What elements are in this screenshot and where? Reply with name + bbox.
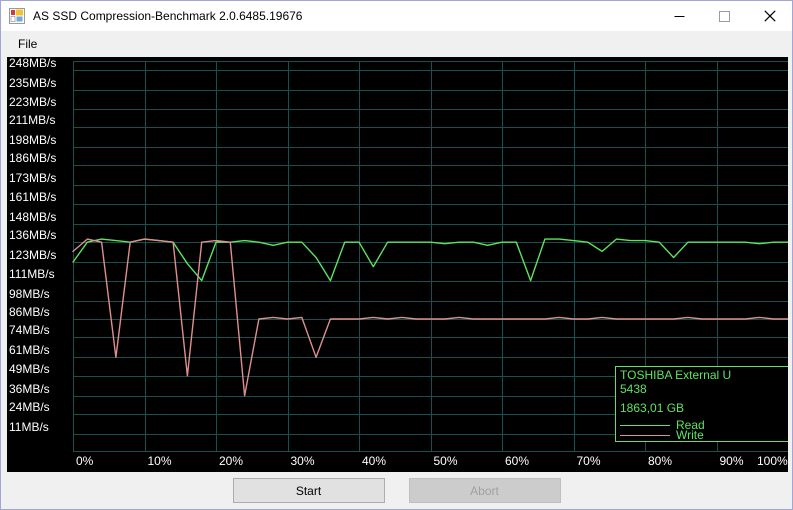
y-axis-tick-label: 223MB/s bbox=[9, 94, 57, 109]
chart-legend: TOSHIBA External U 5438 1863,01 GB Read … bbox=[615, 366, 788, 442]
x-axis-tick-label: 60% bbox=[505, 454, 530, 468]
window-title: AS SSD Compression-Benchmark 2.0.6485.19… bbox=[33, 9, 303, 23]
legend-device-name-line1: TOSHIBA External U bbox=[620, 368, 732, 382]
x-axis-tick-label: 0% bbox=[76, 454, 94, 468]
benchmark-chart: 11MB/s 24MB/s 36MB/s 49MB/s 61MB/s 74MB/s 86MB… bbox=[7, 57, 788, 472]
menu-item-file[interactable]: File bbox=[11, 34, 44, 54]
x-axis-tick-label: 100% bbox=[757, 454, 788, 468]
y-axis-tick-label: 111MB/s bbox=[9, 266, 55, 281]
close-button[interactable] bbox=[747, 1, 792, 31]
x-axis-tick-label: 30% bbox=[290, 454, 315, 468]
y-axis-tick-label: 173MB/s bbox=[9, 171, 57, 186]
legend-read-line-icon bbox=[620, 424, 670, 426]
y-axis-tick-label: 49MB/s bbox=[9, 361, 50, 376]
x-axis-tick-label: 80% bbox=[648, 454, 673, 468]
y-axis-tick-label: 11MB/s bbox=[9, 420, 49, 435]
app-window: AS SSD Compression-Benchmark 2.0.6485.19… bbox=[0, 0, 793, 510]
title-bar: AS SSD Compression-Benchmark 2.0.6485.19… bbox=[1, 1, 792, 31]
maximize-button[interactable] bbox=[702, 1, 747, 31]
benchmark-chart-container: 11MB/s 24MB/s 36MB/s 49MB/s 61MB/s 74MB/s 86MB… bbox=[7, 57, 788, 472]
y-axis-tick-label: 198MB/s bbox=[9, 132, 57, 147]
x-axis-tick-label: 50% bbox=[433, 454, 458, 468]
x-axis-tick-label: 20% bbox=[219, 454, 244, 468]
minimize-button[interactable] bbox=[657, 1, 702, 31]
start-button[interactable]: Start bbox=[232, 478, 385, 503]
x-axis-tick-label: 70% bbox=[576, 454, 601, 468]
y-axis-tick-label: 148MB/s bbox=[9, 209, 57, 224]
x-axis-tick-label: 10% bbox=[147, 454, 172, 468]
legend-capacity: 1863,01 GB bbox=[620, 401, 685, 415]
action-bar: Start Abort bbox=[1, 472, 792, 509]
legend-entry-write: Write bbox=[620, 428, 704, 442]
y-axis-tick-label: 248MB/s bbox=[9, 57, 57, 71]
legend-write-line-icon bbox=[620, 434, 670, 436]
y-axis-tick-label: 74MB/s bbox=[9, 323, 50, 338]
y-axis-tick-label: 186MB/s bbox=[9, 151, 57, 166]
y-axis-tick-label: 24MB/s bbox=[9, 400, 50, 415]
y-axis-tick-label: 98MB/s bbox=[9, 286, 50, 301]
y-axis-tick-label: 123MB/s bbox=[9, 248, 57, 263]
menu-bar: File bbox=[1, 31, 792, 57]
x-axis-tick-label: 40% bbox=[362, 454, 387, 468]
y-axis-tick-label: 211MB/s bbox=[9, 113, 56, 128]
y-axis-tick-label: 61MB/s bbox=[9, 343, 50, 358]
abort-button: Abort bbox=[408, 478, 561, 503]
y-axis-tick-label: 235MB/s bbox=[9, 76, 57, 91]
y-axis-tick-label: 86MB/s bbox=[9, 304, 50, 319]
app-window-icon bbox=[9, 8, 25, 24]
y-axis-tick-label: 161MB/s bbox=[9, 189, 57, 204]
y-axis-tick-label: 136MB/s bbox=[9, 228, 57, 243]
window-controls bbox=[657, 1, 792, 31]
legend-write-label: Write bbox=[676, 428, 704, 442]
y-axis-tick-label: 36MB/s bbox=[9, 381, 50, 396]
x-axis-tick-label: 90% bbox=[719, 454, 744, 468]
legend-device-name-line2: 5438 bbox=[620, 382, 647, 396]
